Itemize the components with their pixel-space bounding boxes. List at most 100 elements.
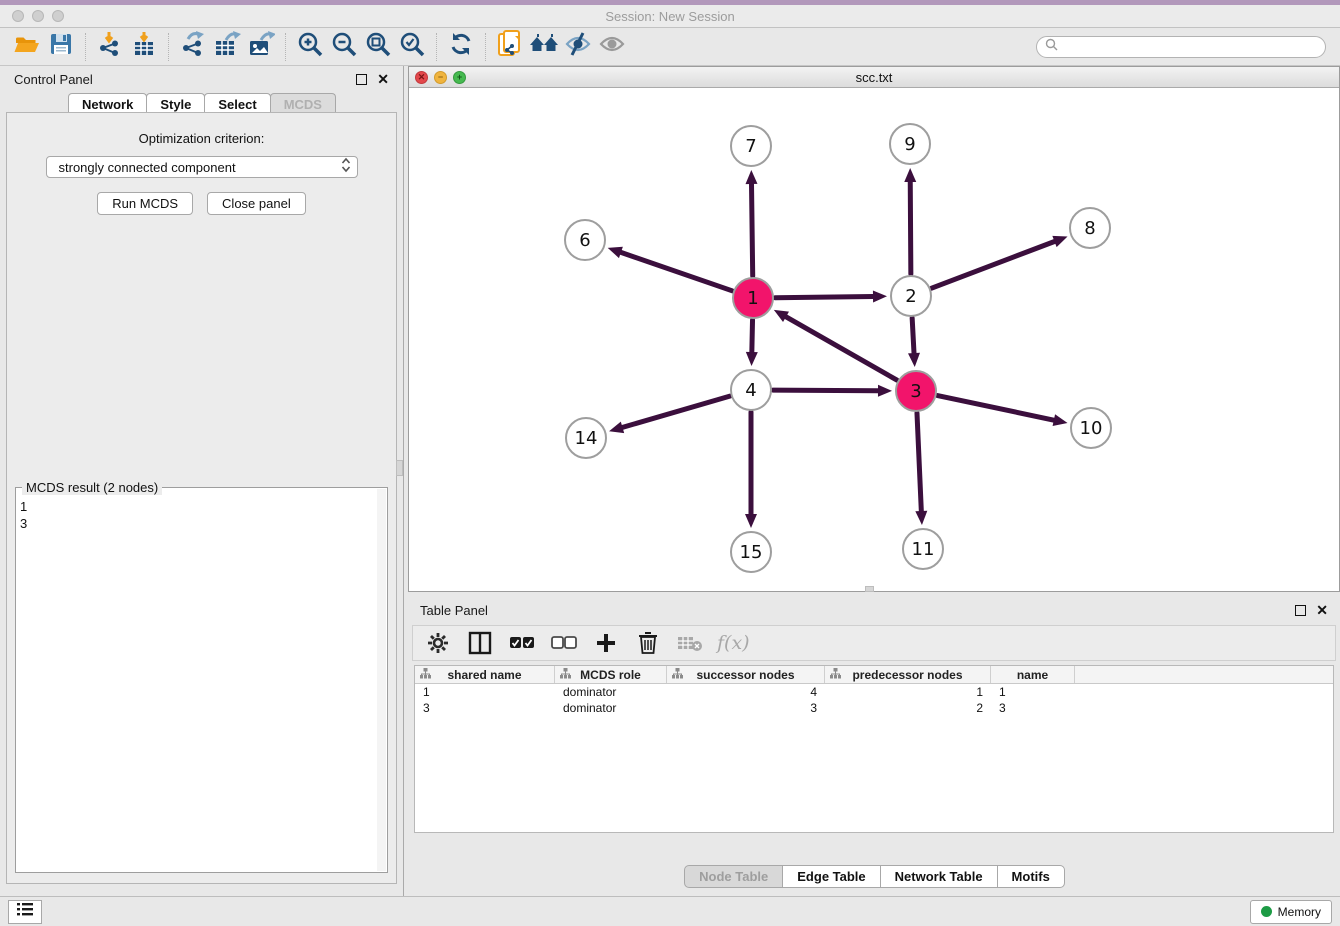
edge-arrowhead <box>745 514 757 528</box>
export-table-button[interactable] <box>210 31 244 63</box>
zoom-fit-button[interactable] <box>361 31 395 63</box>
run-mcds-button[interactable]: Run MCDS <box>97 192 193 215</box>
task-history-button[interactable] <box>8 900 42 924</box>
optimization-criterion-dropdown[interactable]: strongly connected component <box>46 156 358 178</box>
network-canvas[interactable]: 7968124314101511 <box>409 88 1339 591</box>
tab-network-table[interactable]: Network Table <box>880 865 998 888</box>
edge-3-10[interactable] <box>938 396 1054 421</box>
refresh-button[interactable] <box>444 31 478 63</box>
edge-1-7[interactable] <box>752 184 753 276</box>
cell-shared-name[interactable]: 3 <box>415 700 555 716</box>
main-toolbar <box>0 28 1340 66</box>
column-header-name[interactable]: name <box>991 666 1075 683</box>
save-session-button[interactable] <box>44 31 78 63</box>
column-header-predecessor-nodes[interactable]: predecessor nodes <box>825 666 991 683</box>
new-network-file-button[interactable] <box>493 31 527 63</box>
table-panel-title: Table Panel <box>420 603 488 618</box>
network-window-titlebar[interactable]: ✕ − + scc.txt <box>409 67 1339 88</box>
edge-1-6[interactable] <box>621 252 732 290</box>
show-graphics-details-button[interactable] <box>595 31 629 63</box>
cell-predecessor-nodes[interactable]: 2 <box>825 700 991 716</box>
column-header-shared-name[interactable]: shared name <box>415 666 555 683</box>
show-column-icon[interactable] <box>465 628 495 658</box>
column-menu-icon[interactable] <box>672 668 683 682</box>
close-panel-button[interactable]: Close panel <box>207 192 306 215</box>
cell-MCDS-role[interactable]: dominator <box>555 700 667 716</box>
edge-1-2[interactable] <box>775 296 873 297</box>
cell-name[interactable]: 1 <box>991 684 1075 700</box>
edge-3-1[interactable] <box>786 317 897 380</box>
float-table-panel-icon[interactable] <box>1295 605 1306 616</box>
search-input[interactable] <box>1063 40 1317 54</box>
memory-button[interactable]: Memory <box>1250 900 1332 924</box>
settings-gear-icon[interactable] <box>423 628 453 658</box>
import-network-button[interactable] <box>93 31 127 63</box>
column-menu-icon[interactable] <box>420 668 431 682</box>
close-table-panel-icon[interactable]: ✕ <box>1316 605 1328 616</box>
mcds-result-textarea[interactable]: 1 3 <box>20 498 377 870</box>
cell-predecessor-nodes[interactable]: 1 <box>825 684 991 700</box>
eye-icon <box>598 31 626 62</box>
cell-shared-name[interactable]: 1 <box>415 684 555 700</box>
edge-arrowhead <box>1053 414 1068 426</box>
edge-arrowhead <box>1052 236 1067 247</box>
edge-2-8[interactable] <box>932 241 1055 288</box>
edge-arrowhead <box>746 352 758 366</box>
home-button[interactable] <box>527 31 561 63</box>
network-file-icon <box>497 30 523 63</box>
node-label-7: 7 <box>745 136 756 157</box>
column-header-successor-nodes[interactable]: successor nodes <box>667 666 825 683</box>
network-graph[interactable]: 7968124314101511 <box>409 88 1339 591</box>
search-field[interactable] <box>1036 36 1326 58</box>
delete-table-icon[interactable] <box>675 628 705 658</box>
node-label-2: 2 <box>905 286 916 307</box>
eye-slash-icon <box>564 31 592 62</box>
delete-row-trash-icon[interactable] <box>633 628 663 658</box>
edge-4-3[interactable] <box>773 390 878 391</box>
result-scrollbar[interactable] <box>377 489 386 871</box>
edge-arrowhead <box>746 170 758 184</box>
cell-successor-nodes[interactable]: 3 <box>667 700 825 716</box>
open-session-button[interactable] <box>10 31 44 63</box>
select-all-checkboxes-icon[interactable] <box>507 628 537 658</box>
function-builder-icon[interactable]: f(x) <box>717 632 750 654</box>
cell-name[interactable]: 3 <box>991 700 1075 716</box>
column-menu-icon[interactable] <box>830 668 841 682</box>
export-network-button[interactable] <box>176 31 210 63</box>
export-image-button[interactable] <box>244 31 278 63</box>
table-row[interactable]: 1dominator411 <box>415 684 1333 700</box>
zoom-out-button[interactable] <box>327 31 361 63</box>
edge-4-14[interactable] <box>622 396 729 427</box>
column-menu-icon[interactable] <box>560 668 571 682</box>
vertical-divider-handle[interactable] <box>396 460 403 476</box>
close-panel-icon[interactable]: ✕ <box>377 74 389 85</box>
horizontal-divider-handle[interactable] <box>865 586 874 592</box>
hide-graphics-details-button[interactable] <box>561 31 595 63</box>
table-row[interactable]: 3dominator323 <box>415 700 1333 716</box>
edge-3-11[interactable] <box>917 413 921 511</box>
tab-edge-table[interactable]: Edge Table <box>782 865 880 888</box>
edge-2-3[interactable] <box>912 318 914 353</box>
mac-titlebar: Session: New Session <box>0 5 1340 28</box>
cell-successor-nodes[interactable]: 4 <box>667 684 825 700</box>
zoom-in-icon <box>297 31 323 62</box>
edge-1-4[interactable] <box>752 320 753 352</box>
refresh-icon <box>448 31 474 62</box>
deselect-all-checkboxes-icon[interactable] <box>549 628 579 658</box>
zoom-selected-icon <box>399 31 425 62</box>
float-panel-icon[interactable] <box>356 74 367 85</box>
zoom-in-button[interactable] <box>293 31 327 63</box>
cell-MCDS-role[interactable]: dominator <box>555 684 667 700</box>
node-label-9: 9 <box>904 134 915 155</box>
edge-2-9[interactable] <box>910 182 911 274</box>
import-table-button[interactable] <box>127 31 161 63</box>
add-row-icon[interactable] <box>591 628 621 658</box>
tab-motifs[interactable]: Motifs <box>997 865 1065 888</box>
application-window: Session: New Session <box>0 0 1340 926</box>
zoom-selected-button[interactable] <box>395 31 429 63</box>
tab-node-table[interactable]: Node Table <box>684 865 783 888</box>
toolbar-separator <box>485 33 486 61</box>
column-header-MCDS-role[interactable]: MCDS role <box>555 666 667 683</box>
network-window-title: scc.txt <box>409 70 1339 85</box>
edge-arrowhead <box>878 385 892 397</box>
